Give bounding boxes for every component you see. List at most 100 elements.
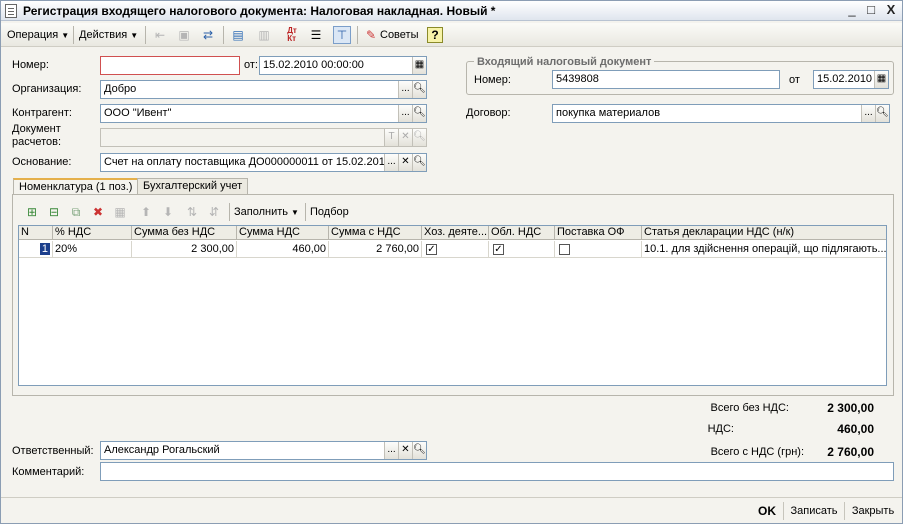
copy-icon[interactable]: ▣	[175, 26, 193, 44]
tab-accounting[interactable]: Бухгалтерский учет	[137, 178, 249, 195]
table-header: N % НДС Сумма без НДС Сумма НДС Сумма с …	[19, 226, 886, 240]
report-icon[interactable]: ☰	[307, 26, 325, 44]
move-up-icon[interactable]: ⬆	[137, 203, 155, 221]
nomenclature-table[interactable]: N % НДС Сумма без НДС Сумма НДС Сумма с …	[18, 225, 887, 386]
window-title: Регистрация входящего налогового докумен…	[23, 4, 496, 18]
operation-menu[interactable]: Операция ▼	[7, 27, 69, 43]
select-ellipsis-icon[interactable]: ...	[398, 105, 412, 122]
vat-sum-cell[interactable]: 460,00	[237, 241, 329, 258]
column-header[interactable]: Сумма с НДС	[329, 226, 422, 240]
copy-row-icon[interactable]: ⧉	[67, 203, 85, 221]
toolbar-separator	[357, 26, 358, 44]
comment-field[interactable]	[100, 462, 894, 481]
column-header[interactable]: % НДС	[53, 226, 132, 240]
incoming-number-field[interactable]: 5439808	[552, 70, 780, 89]
clear-icon[interactable]: ✕	[398, 129, 412, 146]
ok-button[interactable]: OK	[753, 502, 781, 520]
search-icon[interactable]: 🔍︎	[412, 81, 426, 98]
fill-menu[interactable]: Заполнить ▼	[234, 204, 299, 220]
post-document-icon[interactable]: ▤	[229, 26, 247, 44]
search-icon[interactable]: 🔍︎	[412, 129, 426, 146]
save-button[interactable]: Записать	[787, 502, 841, 520]
date-value: 15.02.2010 00:00:00	[263, 59, 364, 71]
sum-with-vat-cell[interactable]: 2 760,00	[329, 241, 422, 258]
move-down-icon[interactable]: ⬇	[159, 203, 177, 221]
select-ellipsis-icon[interactable]: ...	[384, 154, 398, 171]
help-icon[interactable]: ?	[427, 27, 443, 43]
fixed-asset-cell[interactable]	[555, 241, 642, 258]
insert-row-icon[interactable]: ⊟	[45, 203, 63, 221]
basis-label: Основание:	[12, 156, 72, 168]
econ-activity-cell[interactable]: ✓	[422, 241, 489, 258]
end-edit-icon[interactable]: ▦	[111, 203, 129, 221]
organization-label: Организация:	[12, 83, 82, 95]
table-row[interactable]: 1 20% 2 300,00 460,00 2 760,00 ✓ ✓ 10.1.…	[19, 241, 886, 258]
contractor-field[interactable]: ООО "Ивент" ... 🔍︎	[100, 104, 427, 123]
column-header[interactable]: Обл. НДС	[489, 226, 555, 240]
vat-taxable-checkbox[interactable]: ✓	[493, 244, 504, 255]
maximize-button[interactable]: □	[863, 3, 879, 19]
responsible-value: Александр Рогальский	[104, 444, 220, 456]
actions-menu[interactable]: Действия ▼	[79, 27, 138, 43]
settlement-doc-label-2: расчетов:	[12, 136, 62, 148]
select-ellipsis-icon[interactable]: ...	[861, 105, 875, 122]
type-icon[interactable]: T	[384, 129, 398, 146]
search-icon[interactable]: 🔍︎	[412, 442, 426, 459]
responsible-field[interactable]: Александр Рогальский ... ✕ 🔍︎	[100, 441, 427, 460]
column-header[interactable]: Хоз. деяте...	[422, 226, 489, 240]
row-number-cell[interactable]: 1	[19, 241, 53, 258]
select-ellipsis-icon[interactable]: ...	[398, 81, 412, 98]
declaration-item-cell[interactable]: 10.1. для здійснення операцій, що підляг…	[642, 241, 886, 258]
vat-rate-cell[interactable]: 20%	[53, 241, 132, 258]
column-header[interactable]: Статья декларации НДС (н/к)	[642, 226, 886, 240]
sort-asc-icon[interactable]: ⇅	[183, 203, 201, 221]
chevron-down-icon: ▼	[291, 208, 299, 217]
debit-credit-icon[interactable]: Дт Кт	[283, 26, 301, 44]
econ-activity-checkbox[interactable]: ✓	[426, 244, 437, 255]
organization-value: Добро	[104, 83, 137, 95]
close-window-button[interactable]: X	[883, 3, 899, 19]
column-header[interactable]: Поставка ОФ	[555, 226, 642, 240]
calendar-icon[interactable]: ▦	[412, 57, 426, 74]
unpost-icon[interactable]: ▥	[255, 26, 273, 44]
select-ellipsis-icon[interactable]: ...	[384, 442, 398, 459]
search-icon[interactable]: 🔍︎	[412, 154, 426, 171]
date-field[interactable]: 15.02.2010 00:00:00 ▦	[259, 56, 427, 75]
column-header[interactable]: Сумма без НДС	[132, 226, 237, 240]
vat-taxable-cell[interactable]: ✓	[489, 241, 555, 258]
calendar-icon[interactable]: ▦	[874, 71, 888, 88]
search-icon[interactable]: 🔍︎	[412, 105, 426, 122]
basis-field[interactable]: Счет на оплату поставщика ДО000000011 от…	[100, 153, 427, 172]
toolbar-separator	[145, 26, 146, 44]
back-icon[interactable]: ⇤	[151, 26, 169, 44]
button-separator	[844, 502, 845, 520]
advice-button[interactable]: Советы	[380, 27, 418, 43]
minimize-button[interactable]: _	[844, 3, 860, 19]
settlement-doc-field[interactable]: T ✕ 🔍︎	[100, 128, 427, 147]
sort-desc-icon[interactable]: ⇵	[205, 203, 223, 221]
refresh-icon[interactable]: ⇄	[199, 26, 217, 44]
incoming-date-field[interactable]: 15.02.2010 ▦	[813, 70, 889, 89]
number-field[interactable]	[100, 56, 240, 75]
main-toolbar: Операция ▼ Действия ▼ ⇤ ▣ ⇄ ▤ ▥ Дт Кт ☰ ⊤ ✎…	[1, 23, 902, 47]
fill-menu-label: Заполнить	[234, 206, 289, 218]
clear-icon[interactable]: ✕	[398, 442, 412, 459]
contract-field[interactable]: покупка материалов ... 🔍︎	[552, 104, 890, 123]
organization-field[interactable]: Добро ... 🔍︎	[100, 80, 427, 99]
column-header[interactable]: Сумма НДС	[237, 226, 329, 240]
structure-icon[interactable]: ⊤	[333, 26, 351, 44]
column-header[interactable]: N	[19, 226, 53, 240]
select-items-button[interactable]: Подбор	[310, 204, 349, 220]
delete-row-icon[interactable]: ✖	[89, 203, 107, 221]
close-button[interactable]: Закрыть	[848, 502, 898, 520]
clear-icon[interactable]: ✕	[398, 154, 412, 171]
advice-icon[interactable]: ✎	[362, 26, 380, 44]
incoming-date-from-label: от	[789, 74, 800, 86]
responsible-label: Ответственный:	[12, 445, 94, 457]
toolbar-separator	[229, 203, 230, 221]
add-row-icon[interactable]: ⊞	[23, 203, 41, 221]
search-icon[interactable]: 🔍︎	[875, 105, 889, 122]
sum-no-vat-cell[interactable]: 2 300,00	[132, 241, 237, 258]
toolbar-separator	[73, 26, 74, 44]
fixed-asset-checkbox[interactable]	[559, 244, 570, 255]
